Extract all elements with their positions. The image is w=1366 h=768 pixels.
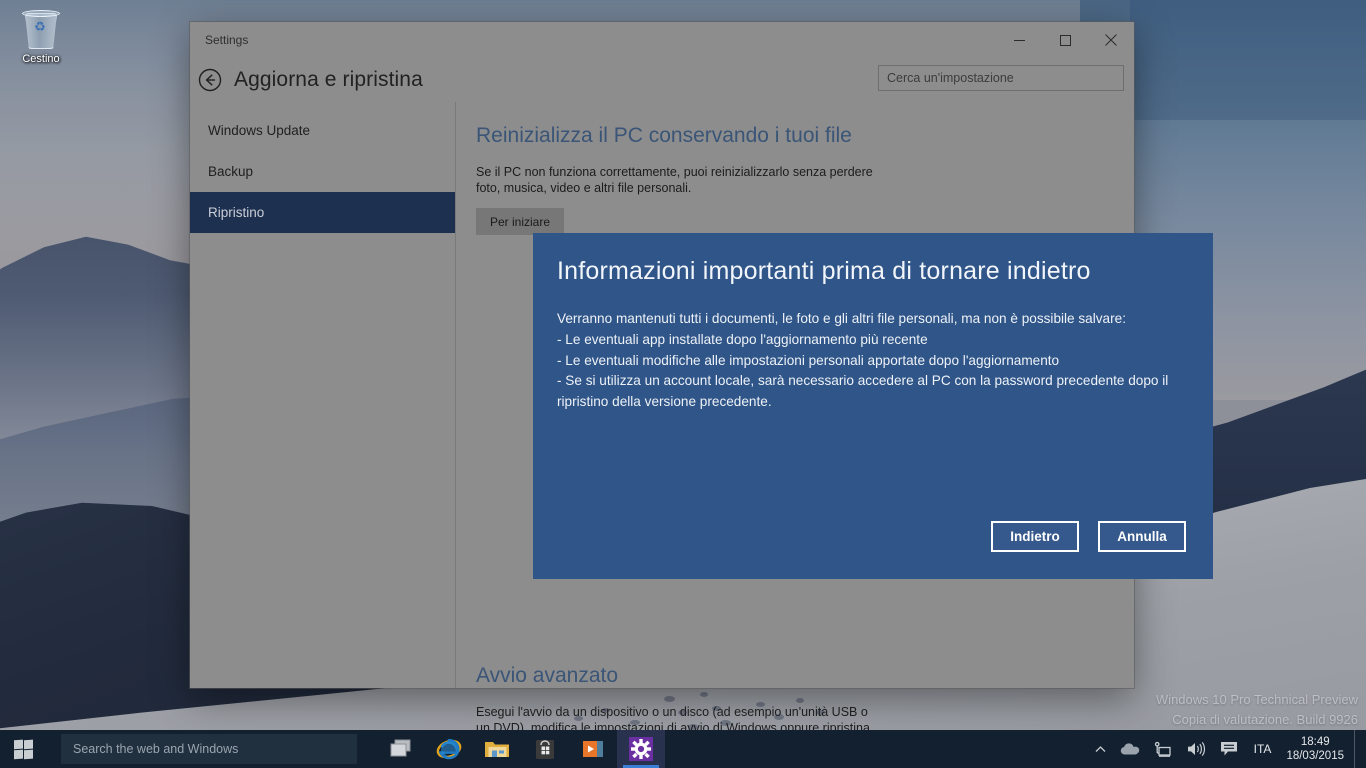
dialog-title: Informazioni importanti prima di tornare… — [557, 257, 1091, 285]
sidebar-item-label: Ripristino — [208, 205, 265, 220]
back-arrow-icon — [198, 68, 222, 92]
store-icon — [536, 740, 554, 759]
settings-search-input[interactable]: Cerca un'impostazione — [878, 65, 1124, 91]
file-explorer-icon — [485, 742, 509, 757]
window-titlebar[interactable]: Settings — [190, 22, 1134, 58]
sidebar-item-ripristino[interactable]: Ripristino — [190, 192, 455, 233]
windows-logo-icon — [13, 739, 33, 759]
tray-clock[interactable]: 18:49 18/03/2015 — [1280, 735, 1354, 763]
important-info-dialog[interactable]: Informazioni importanti prima di tornare… — [533, 233, 1213, 579]
show-desktop-button[interactable] — [1354, 730, 1362, 768]
window-title: Settings — [205, 33, 249, 47]
taskbar-file-explorer-button[interactable] — [473, 730, 521, 768]
settings-sidebar: Windows Update Backup Ripristino — [190, 102, 456, 688]
watermark-line-1: Windows 10 Pro Technical Preview — [1155, 692, 1358, 707]
tray-network-button[interactable] — [1147, 730, 1179, 768]
reset-get-started-button[interactable]: Per iniziare — [476, 208, 564, 235]
button-label: Indietro — [1010, 529, 1060, 544]
system-tray: ITA 18:49 18/03/2015 — [1088, 730, 1366, 768]
tray-time: 18:49 — [1300, 736, 1330, 748]
evaluation-watermark: Windows 10 Pro Technical Preview Copia d… — [1156, 690, 1358, 730]
dialog-button-row: Indietro Annulla — [991, 521, 1186, 552]
button-label: Annulla — [1117, 529, 1167, 544]
action-center-icon — [1220, 742, 1237, 756]
volume-icon — [1187, 742, 1205, 756]
settings-gear-icon — [629, 737, 653, 761]
sidebar-item-backup[interactable]: Backup — [190, 151, 455, 192]
sidebar-item-windows-update[interactable]: Windows Update — [190, 110, 455, 151]
section-description: Se il PC non funziona correttamente, puo… — [476, 165, 873, 195]
taskbar[interactable]: Search the web and Windows ITA 18:49 18/… — [0, 730, 1366, 768]
taskbar-movies-tv-button[interactable] — [569, 730, 617, 768]
button-label: Per iniziare — [489, 214, 551, 229]
settings-window[interactable]: Settings Aggiorna e ripristina Cerca un'… — [190, 22, 1213, 768]
recycle-bin-icon: ♻ — [21, 8, 61, 50]
network-icon — [1154, 741, 1171, 757]
sidebar-item-label: Windows Update — [208, 123, 311, 138]
desktop[interactable]: ♻ Cestino Windows 10 Pro Technical Previ… — [0, 0, 1366, 768]
taskbar-app-list — [377, 730, 665, 768]
back-button[interactable] — [196, 66, 224, 94]
chevron-up-icon — [1095, 745, 1106, 752]
tray-onedrive-button[interactable] — [1113, 730, 1147, 768]
task-view-icon — [390, 739, 411, 757]
sidebar-item-label: Backup — [208, 164, 254, 179]
minimize-button[interactable] — [996, 22, 1042, 58]
tray-language-label: ITA — [1253, 742, 1272, 756]
taskbar-task-view-button[interactable] — [377, 730, 425, 768]
dialog-paragraph-bullet-2: - Le eventuali modifiche alle impostazio… — [557, 352, 1060, 368]
onedrive-cloud-icon — [1120, 743, 1139, 755]
section-title: Avvio avanzato — [476, 664, 619, 687]
close-button[interactable] — [1088, 22, 1134, 58]
taskbar-internet-explorer-button[interactable] — [425, 730, 473, 768]
tray-language-indicator[interactable]: ITA — [1245, 742, 1281, 756]
settings-search-placeholder: Cerca un'impostazione — [887, 71, 1014, 85]
tray-date: 18/03/2015 — [1286, 750, 1344, 762]
tray-volume-button[interactable] — [1179, 730, 1213, 768]
settings-header: Aggiorna e ripristina Cerca un'impostazi… — [190, 58, 1134, 102]
taskbar-search-placeholder: Search the web and Windows — [73, 742, 239, 756]
dialog-cancel-button[interactable]: Annulla — [1098, 521, 1186, 552]
dialog-paragraph-bullet-1: - Le eventuali app installate dopo l'agg… — [557, 331, 928, 347]
dialog-paragraph-intro: Verranno mantenuti tutti i documenti, le… — [557, 311, 1126, 326]
desktop-icon-recycle-bin[interactable]: ♻ Cestino — [6, 6, 76, 78]
window-controls — [996, 22, 1134, 58]
internet-explorer-icon — [436, 738, 462, 760]
movies-tv-icon — [583, 741, 603, 757]
watermark-line-2: Copia di valutazione. Build 9926 — [1172, 712, 1358, 727]
taskbar-search-input[interactable]: Search the web and Windows — [61, 734, 357, 764]
dialog-back-button[interactable]: Indietro — [991, 521, 1079, 552]
wallpaper-sky-right-top — [1130, 0, 1366, 120]
page-title: Aggiorna e ripristina — [234, 68, 423, 91]
desktop-icon-label: Cestino — [22, 53, 60, 65]
start-button[interactable] — [0, 730, 46, 768]
section-title: Reinizializza il PC conservando i tuoi f… — [476, 124, 852, 147]
taskbar-store-button[interactable] — [521, 730, 569, 768]
dialog-paragraph-bullet-3: - Se si utilizza un account locale, sarà… — [557, 373, 1169, 410]
tray-overflow-button[interactable] — [1088, 730, 1113, 768]
maximize-button[interactable] — [1042, 22, 1088, 58]
taskbar-settings-button[interactable] — [617, 730, 665, 768]
tray-action-center-button[interactable] — [1213, 730, 1245, 768]
section-reset-pc: Reinizializza il PC conservando i tuoi f… — [476, 124, 1134, 235]
